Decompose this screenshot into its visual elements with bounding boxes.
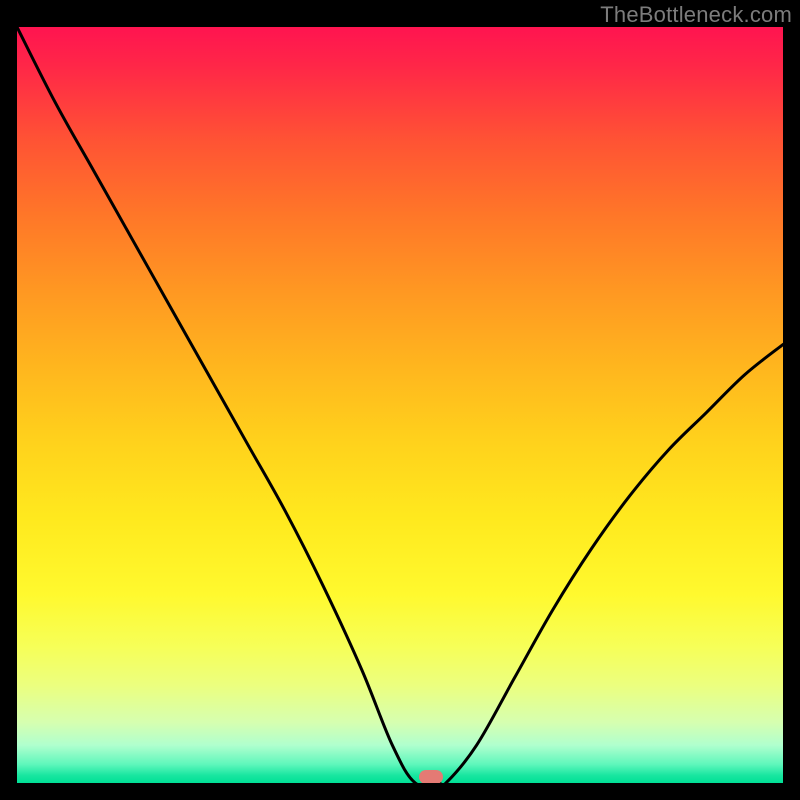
chart-frame: TheBottleneck.com <box>0 0 800 800</box>
optimal-marker <box>419 770 443 783</box>
plot-area <box>17 27 783 783</box>
bottleneck-curve <box>17 27 783 783</box>
watermark-text: TheBottleneck.com <box>600 2 792 28</box>
